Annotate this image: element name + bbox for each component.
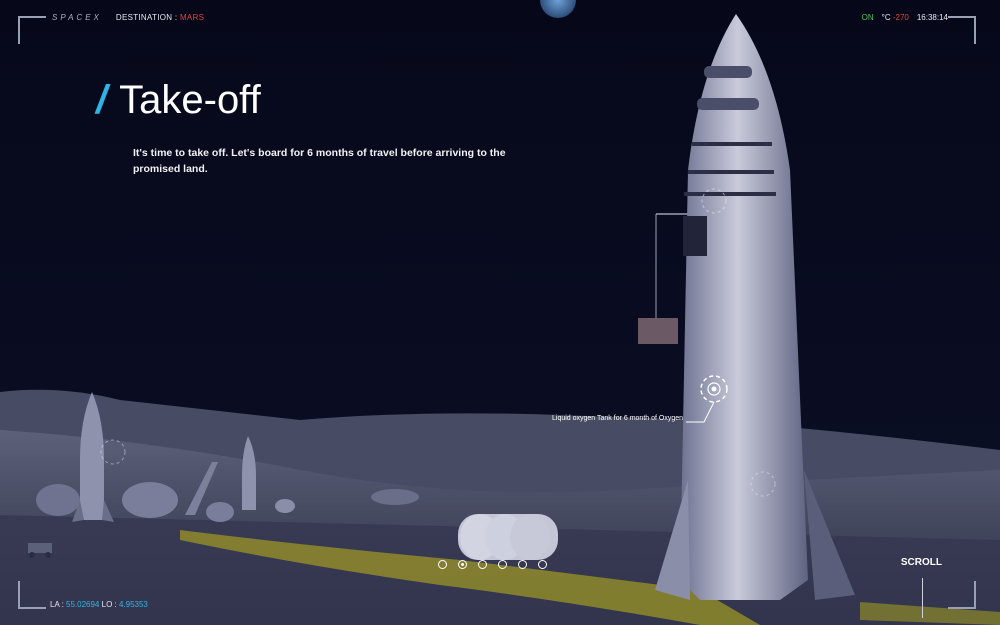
section-description: It's time to take off. Let's board for 6… [133,147,506,175]
frame-corner-bottom-right [948,581,976,609]
pagination-dot-5[interactable] [518,560,527,569]
heading-slash: / [96,78,108,122]
pagination-dot-4[interactable] [498,560,507,569]
clock: 16:38:14 [916,13,948,22]
latitude-value: 55.02694 [66,600,100,609]
page-title: Take-off [119,78,261,122]
spacex-logo[interactable]: SPACEX [52,13,102,22]
cargo-container [638,318,678,344]
frame-corner-bottom-left [18,581,46,609]
longitude-value: 4.95353 [118,600,148,609]
coordinates-readout: LA : 55.02694 LO : 4.95353 [50,600,148,609]
pagination-dot-2[interactable] [458,560,467,569]
slide-pagination [438,560,547,569]
scroll-indicator-line [922,578,923,618]
destination-label: DESTINATION : [115,13,180,22]
liquid-oxygen-tanks [458,514,558,560]
section-heading: / Take-off [96,78,261,123]
pagination-dot-1[interactable] [438,560,447,569]
power-status: ON [861,13,874,22]
hotspot-callout-label: Liquid oxygen Tank for 6 month of Oxygen [552,415,684,422]
top-bar: SPACEX DESTINATION : MARS [52,13,204,22]
pagination-dot-3[interactable] [478,560,487,569]
status-bar: ON °C -270 16:38:14 [862,13,948,22]
frame-corner-top-left [18,16,46,44]
frame-corner-top-right [948,16,976,44]
longitude-label: LO : [99,600,119,609]
scroll-button[interactable]: SCROLL [901,557,942,568]
destination-value: MARS [179,13,205,22]
temperature-unit: °C [881,13,891,22]
pagination-dot-6[interactable] [538,560,547,569]
temperature-value: -270 [892,13,909,22]
destination: DESTINATION : MARS [116,13,204,22]
latitude-label: LA : [50,600,67,609]
